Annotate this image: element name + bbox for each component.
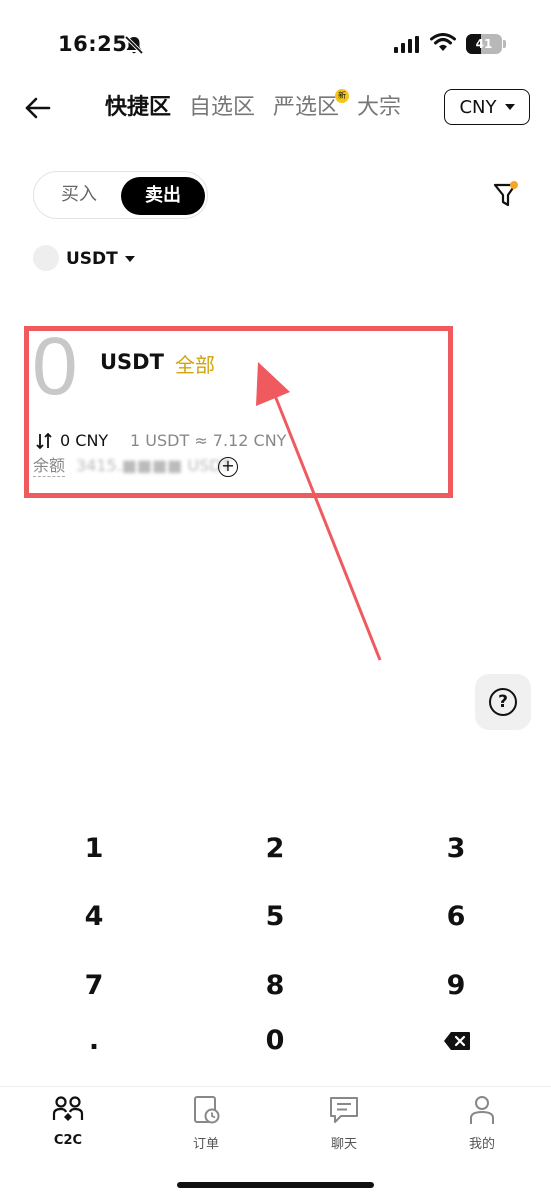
battery-tip — [503, 40, 506, 48]
tab-bulk[interactable]: 大宗 — [357, 88, 401, 128]
filter-notification-dot — [510, 181, 518, 189]
status-bar: 16:25 41 — [0, 0, 551, 80]
help-button[interactable]: ? — [475, 674, 531, 730]
person-icon — [470, 1096, 494, 1124]
nav-label: 聊天 — [330, 1137, 357, 1152]
home-indicator — [177, 1182, 374, 1188]
key-9[interactable]: 9 — [396, 961, 516, 1011]
key-7[interactable]: 7 — [34, 961, 154, 1011]
key-3[interactable]: 3 — [396, 824, 516, 874]
key-5[interactable]: 5 — [215, 892, 335, 942]
coin-selector[interactable]: USDT — [66, 247, 135, 271]
status-time: 16:25 — [58, 32, 128, 56]
currency-dropdown[interactable]: CNY — [444, 89, 530, 125]
back-arrow-icon[interactable] — [24, 94, 52, 122]
tab-selected-label: 严选区 — [273, 95, 340, 120]
nav-c2c[interactable]: C2C — [28, 1094, 108, 1148]
nav-profile[interactable]: 我的 — [442, 1094, 522, 1152]
key-decimal[interactable]: . — [34, 1016, 154, 1066]
nav-label: 订单 — [192, 1137, 219, 1152]
key-4[interactable]: 4 — [34, 892, 154, 942]
order-clock-icon — [194, 1096, 220, 1124]
backspace-icon[interactable] — [443, 1031, 471, 1051]
users-icon — [52, 1096, 84, 1121]
battery-level: 41 — [475, 37, 493, 51]
buy-sell-toggle: 买入 卖出 — [33, 171, 208, 219]
sell-tab[interactable]: 卖出 — [121, 177, 205, 215]
question-icon: ? — [489, 688, 517, 716]
coin-logo — [33, 245, 59, 271]
nav-label: C2C — [53, 1133, 83, 1148]
buy-tab[interactable]: 买入 — [36, 175, 122, 215]
coin-label: USDT — [66, 249, 118, 269]
key-8[interactable]: 8 — [215, 961, 335, 1011]
caret-down-icon — [504, 104, 515, 110]
tab-selected[interactable]: 严选区新 — [273, 88, 350, 128]
nav-label: 我的 — [468, 1137, 495, 1152]
nav-chat[interactable]: 聊天 — [304, 1094, 384, 1152]
key-2[interactable]: 2 — [215, 824, 335, 874]
key-1[interactable]: 1 — [34, 824, 154, 874]
caret-down-icon — [124, 256, 135, 262]
tab-quick[interactable]: 快捷区 — [105, 88, 171, 128]
nav-orders[interactable]: 订单 — [166, 1094, 246, 1152]
annotation-highlight-box — [24, 326, 453, 498]
key-6[interactable]: 6 — [396, 892, 516, 942]
currency-label: CNY — [459, 96, 497, 118]
battery-icon: 41 — [466, 34, 502, 54]
tab-favorites[interactable]: 自选区 — [189, 88, 255, 128]
chat-icon — [330, 1097, 358, 1123]
wifi-icon — [430, 33, 456, 51]
key-0[interactable]: 0 — [215, 1016, 335, 1066]
cellular-signal-icon — [394, 36, 419, 53]
bell-muted-icon — [124, 35, 144, 55]
market-tabs: 快捷区 自选区 严选区新大宗 — [105, 88, 437, 128]
new-badge: 新 — [335, 89, 350, 103]
